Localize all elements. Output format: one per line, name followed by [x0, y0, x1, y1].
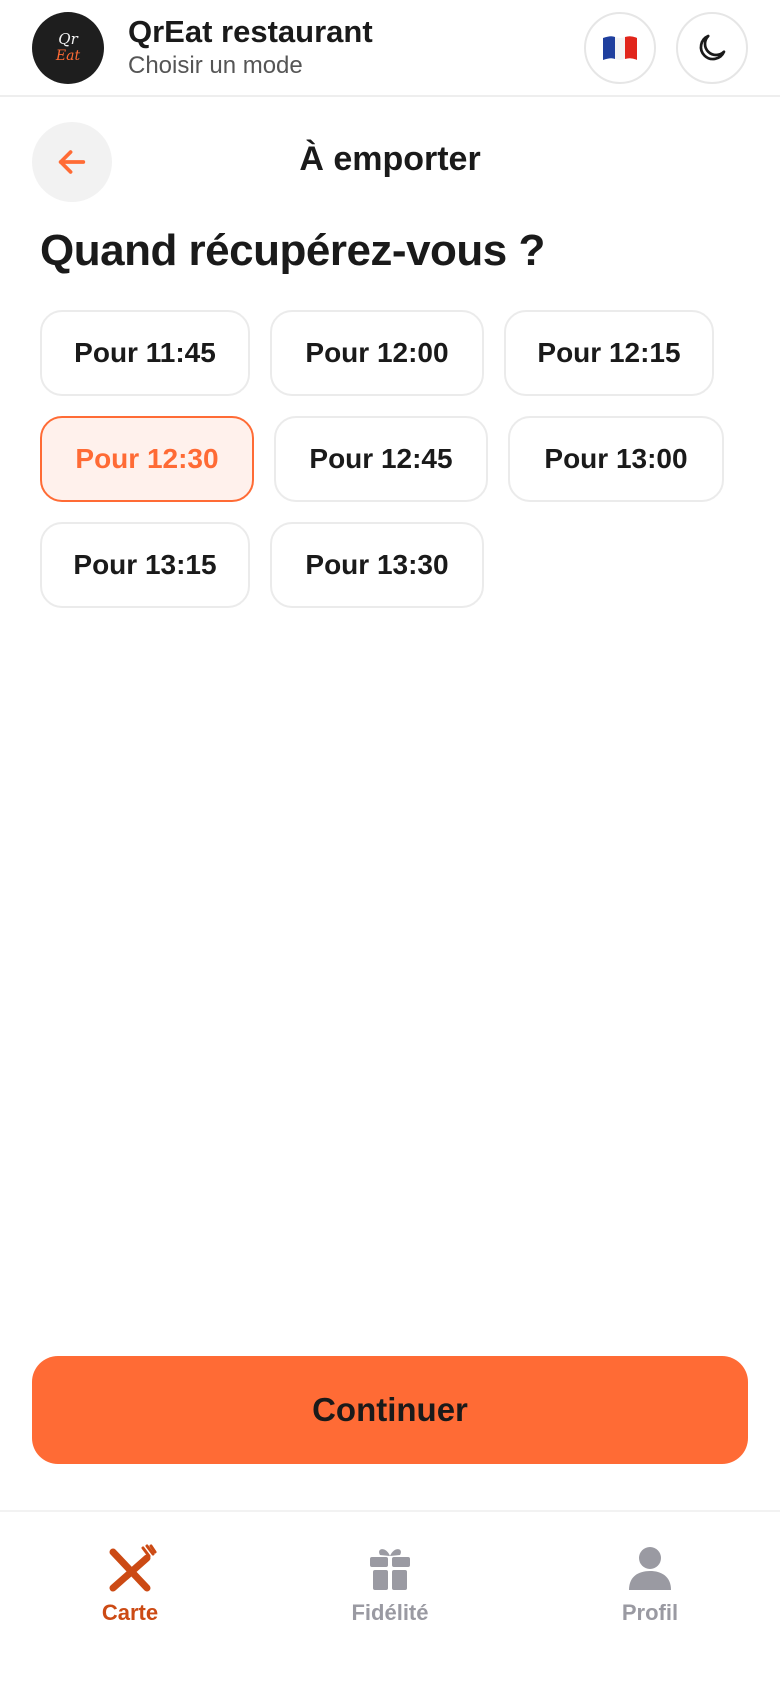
app-root: Qr Eat QrEat restaurant Choisir un mode [0, 0, 780, 1688]
nav-item-carte[interactable]: Carte [30, 1544, 230, 1626]
continue-button[interactable]: Continuer [32, 1356, 748, 1464]
nav-label-profil: Profil [621, 1600, 679, 1625]
logo-text-top: Qr [58, 30, 78, 48]
nav-item-fidelite[interactable]: Fidélité [290, 1544, 490, 1626]
nav-label-fidelite: Fidélité [351, 1600, 429, 1625]
time-slot[interactable]: Pour 11:45 [40, 310, 250, 396]
time-slot[interactable]: Pour 12:45 [274, 416, 488, 502]
logo-text-bottom: Eat [55, 48, 81, 64]
time-slot-selected[interactable]: Pour 12:30 [40, 416, 254, 502]
time-slot[interactable]: Pour 13:15 [40, 522, 250, 608]
gift-icon [370, 1549, 410, 1590]
time-slot[interactable]: Pour 13:00 [508, 416, 724, 502]
utensils-icon [109, 1544, 157, 1592]
french-flag-icon [603, 35, 637, 60]
moon-icon [699, 34, 726, 60]
user-icon [629, 1547, 671, 1590]
nav-label-carte: Carte [101, 1600, 159, 1625]
header-actions [584, 11, 748, 84]
page-title: À emporter [299, 140, 481, 178]
time-slot[interactable]: Pour 12:00 [270, 310, 484, 396]
time-slot[interactable]: Pour 12:15 [504, 310, 714, 396]
time-slot[interactable]: Pour 13:30 [270, 522, 484, 608]
pickup-question: Quand récupérez-vous ? [40, 226, 545, 275]
bottom-navigation: Carte Fidélité Profil [0, 1510, 780, 1688]
nav-item-profil[interactable]: Profil [550, 1544, 750, 1626]
language-button[interactable] [584, 11, 656, 84]
restaurant-name: QrEat restaurant [128, 14, 373, 50]
theme-toggle-button[interactable] [676, 11, 748, 84]
restaurant-logo: Qr Eat [32, 11, 104, 84]
top-header: Qr Eat QrEat restaurant Choisir un mode [0, 0, 780, 97]
header-subtitle: Choisir un mode [128, 51, 303, 79]
brand-block: QrEat restaurant Choisir un mode [128, 14, 373, 80]
